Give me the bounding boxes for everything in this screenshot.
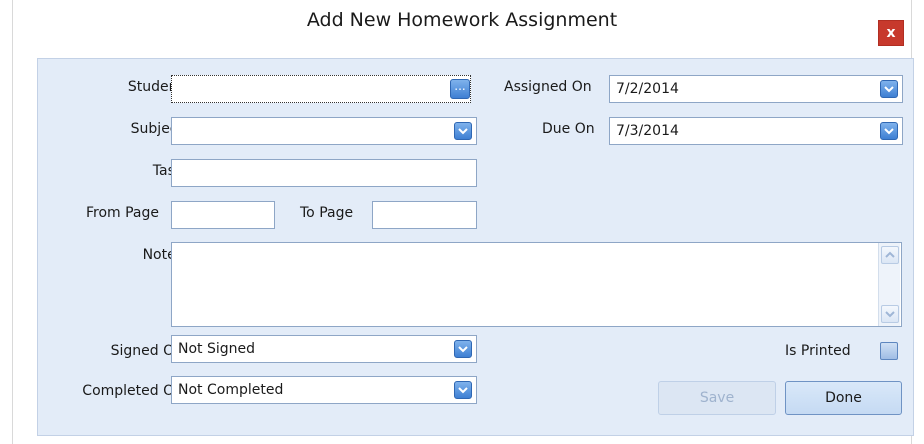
is-printed-checkbox[interactable] [880,342,898,360]
from-page-input[interactable] [171,201,275,229]
notes-scrollbar[interactable] [878,243,900,326]
scroll-down-button[interactable] [881,305,899,323]
student-browse-button[interactable]: ... [450,79,470,99]
due-on-chevron-down-icon[interactable] [880,122,898,140]
assigned-on-datepicker[interactable]: 7/2/2014 [609,75,903,103]
close-button[interactable]: x [878,20,904,46]
task-input[interactable] [171,159,477,187]
due-on-datepicker[interactable]: 7/3/2014 [609,117,903,145]
student-input[interactable] [171,75,471,103]
close-icon: x [886,25,896,41]
save-button[interactable]: Save [658,381,776,415]
completed-on-label: Completed On [82,383,183,399]
is-printed-label: Is Printed [785,343,851,359]
completed-on-chevron-down-icon[interactable] [454,381,472,399]
subject-dropdown[interactable] [171,117,477,145]
signed-on-dropdown[interactable]: Not Signed [171,335,477,363]
assigned-on-chevron-down-icon[interactable] [880,80,898,98]
dialog-title: Add New Homework Assignment [306,9,618,31]
form-panel: Student ... Subject Task From Page To Pa… [37,58,914,436]
to-page-label: To Page [300,205,354,221]
dialog-window: Add New Homework Assignment x Student ..… [12,0,914,444]
completed-on-dropdown[interactable]: Not Completed [171,376,477,404]
done-button[interactable]: Done [785,381,902,415]
subject-chevron-down-icon[interactable] [454,122,472,140]
scroll-up-button[interactable] [881,246,899,264]
due-on-label: Due On [542,121,595,137]
notes-textarea[interactable] [171,242,902,327]
title-bar: Add New Homework Assignment [13,0,911,38]
from-page-label: From Page [85,205,159,221]
to-page-input[interactable] [372,201,477,229]
assigned-on-label: Assigned On [504,79,592,95]
signed-on-chevron-down-icon[interactable] [454,340,472,358]
